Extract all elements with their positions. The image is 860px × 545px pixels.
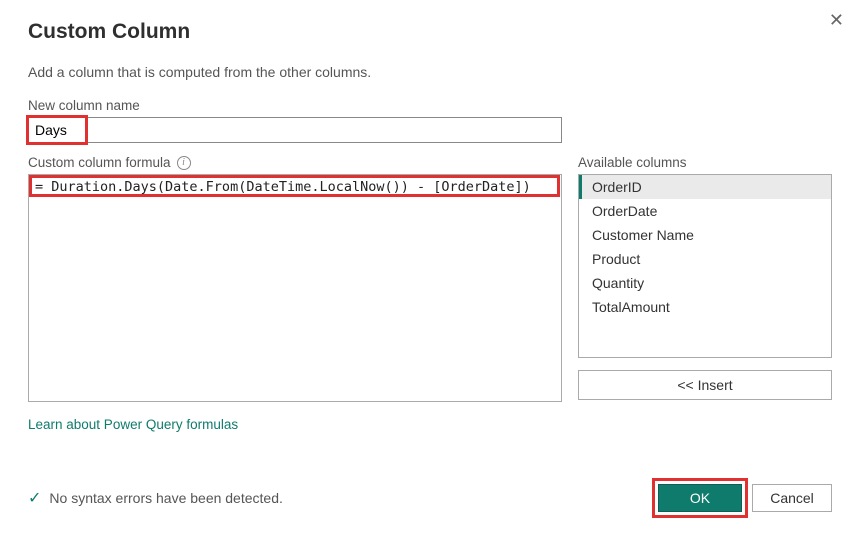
available-column-item[interactable]: TotalAmount [579,295,831,319]
available-columns-list: OrderIDOrderDateCustomer NameProductQuan… [579,174,832,358]
available-column-item[interactable]: OrderID [579,175,831,199]
dialog-title: Custom Column [28,20,832,44]
cancel-button[interactable]: Cancel [752,484,832,512]
status-text: No syntax errors have been detected. [49,490,282,506]
available-column-item[interactable]: OrderDate [579,199,831,223]
available-column-item[interactable]: Quantity [579,271,831,295]
formula-input[interactable]: = Duration.Days(Date.From(DateTime.Local… [28,174,562,402]
new-column-name-input[interactable] [28,117,562,143]
syntax-status: ✓ No syntax errors have been detected. [28,488,283,508]
info-icon[interactable]: i [177,156,191,170]
available-column-item[interactable]: Customer Name [579,223,831,247]
ok-button[interactable]: OK [658,484,742,512]
close-icon[interactable]: ✕ [829,10,844,31]
dialog-subtitle: Add a column that is computed from the o… [28,64,832,80]
formula-label: Custom column formula [28,155,171,170]
new-column-name-label: New column name [28,98,832,113]
learn-link[interactable]: Learn about Power Query formulas [28,417,238,432]
insert-button[interactable]: << Insert [578,370,832,400]
check-icon: ✓ [28,488,41,508]
available-column-item[interactable]: Product [579,247,831,271]
available-columns-label: Available columns [578,155,832,170]
